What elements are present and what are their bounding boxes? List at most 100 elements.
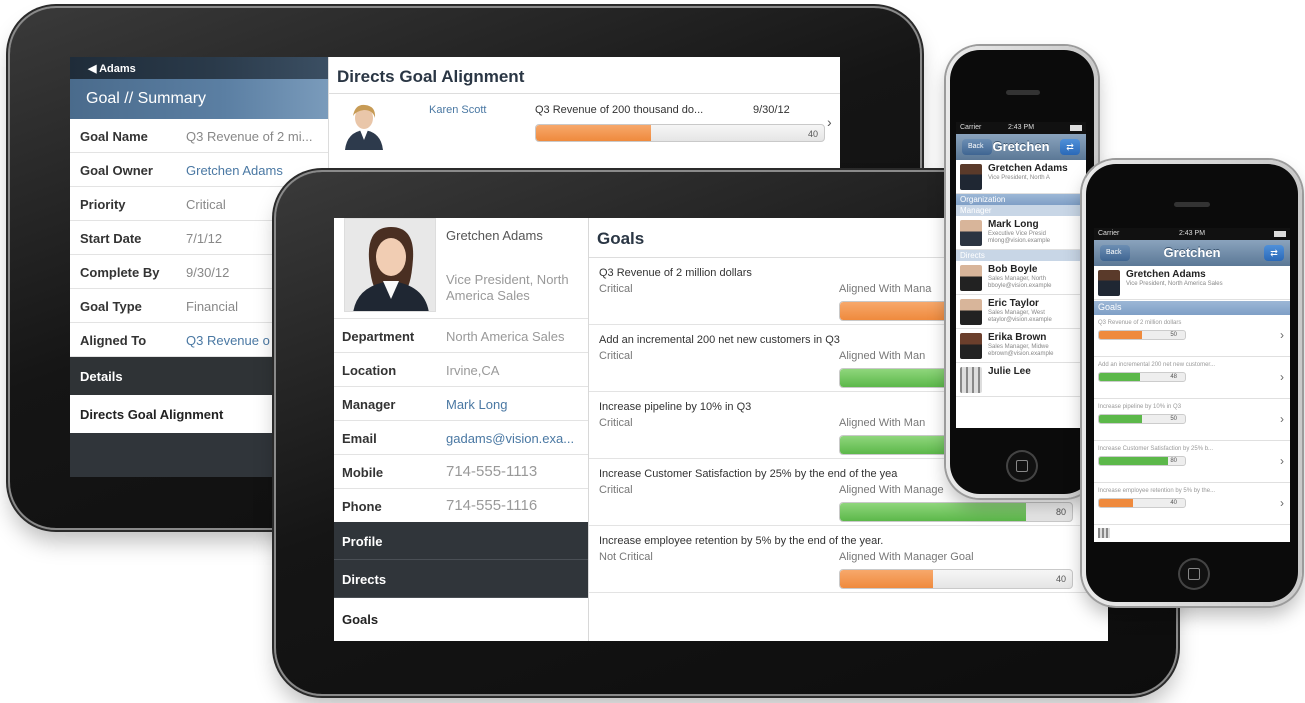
goal-priority: Critical: [599, 350, 633, 362]
progress-value: 48: [1170, 374, 1177, 380]
field-goal-owner[interactable]: Goal Owner Gretchen Adams: [70, 153, 328, 187]
field-email[interactable]: Email gadams@vision.exa...: [334, 420, 588, 454]
goal-row[interactable]: Increase Customer Satisfaction by 25% b.…: [1094, 442, 1290, 483]
progress-value: 40: [1170, 500, 1177, 506]
field-value[interactable]: Mark Long: [446, 397, 507, 412]
goal-row[interactable]: Increase employee retention by 5% by the…: [589, 527, 1108, 593]
progress-value: 40: [1055, 574, 1066, 584]
chevron-right-icon: ›: [1280, 412, 1284, 426]
progress-fill: [840, 369, 955, 387]
nav-profile[interactable]: Profile: [334, 522, 588, 560]
avatar: [1098, 270, 1120, 296]
grid-icon[interactable]: [1098, 528, 1110, 538]
nav-bar: Back Gretchen ⇄: [1094, 240, 1290, 266]
field-label: Location: [342, 363, 397, 378]
section-organization: Organization: [956, 194, 1086, 205]
person-email: etaylor@vision.example: [988, 317, 1052, 323]
phone-back-screen: Carrier 2:43 PM Back Gretchen ⇄ Gretchen …: [956, 122, 1086, 428]
nav-bar: Back Gretchen ⇄: [956, 134, 1086, 160]
grid-icon: [960, 367, 982, 393]
person-email: ebrown@vision.example: [988, 351, 1054, 357]
section-directs: Directs: [956, 250, 1086, 261]
chevron-right-icon: ›: [1280, 328, 1284, 342]
profile-panel: Gretchen Adams Vice President, North Ame…: [334, 218, 588, 641]
status-bar: Carrier 2:43 PM: [1094, 228, 1290, 240]
progress-fill: [840, 302, 959, 320]
profile-job-title: Vice President, North America Sales: [446, 272, 569, 303]
progress-fill: [840, 436, 959, 454]
page-title: Goals: [597, 229, 645, 248]
progress-fill: [840, 503, 1026, 521]
home-button[interactable]: [1006, 450, 1038, 482]
share-icon[interactable]: ⇄: [1060, 139, 1080, 155]
direct-name[interactable]: Karen Scott: [429, 104, 486, 116]
field-label: Complete By: [80, 265, 160, 280]
person-title: Sales Manager, North: [988, 276, 1047, 282]
field-manager[interactable]: Manager Mark Long: [334, 386, 588, 420]
list-item[interactable]: Erika Brown Sales Manager, Midwe ebrown@…: [956, 329, 1086, 363]
goal-row[interactable]: Increase employee retention by 5% by the…: [1094, 484, 1290, 525]
chevron-right-icon[interactable]: ›: [827, 114, 832, 130]
person-title: Sales Manager, Midwe: [988, 344, 1049, 350]
field-value: Irvine,CA: [446, 363, 500, 378]
direct-goal: Q3 Revenue of 200 thousand do...: [535, 104, 704, 116]
phone-back-device: Carrier 2:43 PM Back Gretchen ⇄ Gretchen …: [946, 46, 1098, 498]
field-value: 714-555-1113: [446, 463, 538, 480]
progress-bar: 80: [839, 502, 1073, 522]
progress-fill: [1099, 331, 1142, 339]
progress-fill: [840, 570, 933, 588]
goal-alignment: Aligned With Man: [839, 350, 926, 362]
goal-alignment: Aligned With Man: [839, 417, 926, 429]
field-label: Goal Name: [80, 129, 148, 144]
field-goal-name: Goal Name Q3 Revenue of 2 mi...: [70, 119, 328, 153]
field-value[interactable]: gadams@vision.exa...: [446, 431, 574, 446]
progress-value: 50: [1170, 416, 1177, 422]
list-item[interactable]: Mark Long Executive Vice Presid mlong@vi…: [956, 216, 1086, 250]
share-icon[interactable]: ⇄: [1264, 245, 1284, 261]
avatar: [960, 265, 982, 291]
list-item[interactable]: Julie Lee: [956, 363, 1086, 397]
goal-name: Increase Customer Satisfaction by 25% b.…: [1098, 446, 1214, 452]
goal-name: Add an incremental 200 net new customer.…: [1098, 362, 1216, 368]
field-value[interactable]: Gretchen Adams: [186, 163, 283, 178]
progress-fill: [1099, 457, 1168, 465]
field-value[interactable]: Q3 Revenue o: [186, 333, 270, 348]
goal-name: Increase employee retention by 5% by the…: [599, 535, 884, 547]
home-button[interactable]: [1178, 558, 1210, 590]
avatar: [960, 220, 982, 246]
person-title: Vice President, North America Sales: [1126, 281, 1223, 287]
section-goals: Goals: [1094, 301, 1290, 315]
person-name: Mark Long: [988, 219, 1039, 230]
nav-directs[interactable]: Directs: [334, 560, 588, 598]
profile-name: Gretchen Adams: [446, 228, 543, 243]
person-card: Gretchen Adams Vice President, North Ame…: [1094, 266, 1290, 300]
direct-row[interactable]: Karen Scott Q3 Revenue of 200 thousand d…: [329, 94, 840, 154]
goal-row[interactable]: Q3 Revenue of 2 million dollars 50 ›: [1094, 316, 1290, 357]
back-button[interactable]: ◀ Adams: [70, 57, 328, 79]
field-value: North America Sales: [446, 329, 565, 344]
avatar: [960, 299, 982, 325]
goal-name: Increase pipeline by 10% in Q3: [599, 401, 752, 413]
goal-alignment: Aligned With Mana: [839, 283, 932, 295]
goal-row[interactable]: Add an incremental 200 net new customer.…: [1094, 358, 1290, 399]
clock-text: 2:43 PM: [1007, 124, 1035, 131]
field-mobile: Mobile 714-555-1113: [334, 454, 588, 488]
nav-goals[interactable]: Goals: [334, 598, 588, 640]
list-item[interactable]: Eric Taylor Sales Manager, West etaylor@…: [956, 295, 1086, 329]
field-label: Manager: [342, 397, 396, 412]
field-value: Financial: [186, 299, 239, 314]
field-label: Aligned To: [80, 333, 147, 348]
field-label: Priority: [80, 197, 126, 212]
chevron-right-icon: ›: [1280, 370, 1284, 384]
goal-name: Increase Customer Satisfaction by 25% by…: [599, 468, 898, 480]
goal-row[interactable]: Increase pipeline by 10% in Q3 50 ›: [1094, 400, 1290, 441]
person-name: Gretchen Adams: [1126, 269, 1206, 280]
goal-name: Increase employee retention by 5% by the…: [1098, 488, 1216, 494]
person-name: Julie Lee: [988, 366, 1031, 377]
status-bar: Carrier 2:43 PM: [956, 122, 1086, 134]
person-name: Bob Boyle: [988, 264, 1038, 275]
goal-summary-header: Goal // Summary: [70, 79, 328, 119]
goal-alignment: Aligned With Manage: [839, 484, 944, 496]
list-item[interactable]: Bob Boyle Sales Manager, North bboyle@vi…: [956, 261, 1086, 295]
progress-bar: 50: [1098, 330, 1186, 340]
